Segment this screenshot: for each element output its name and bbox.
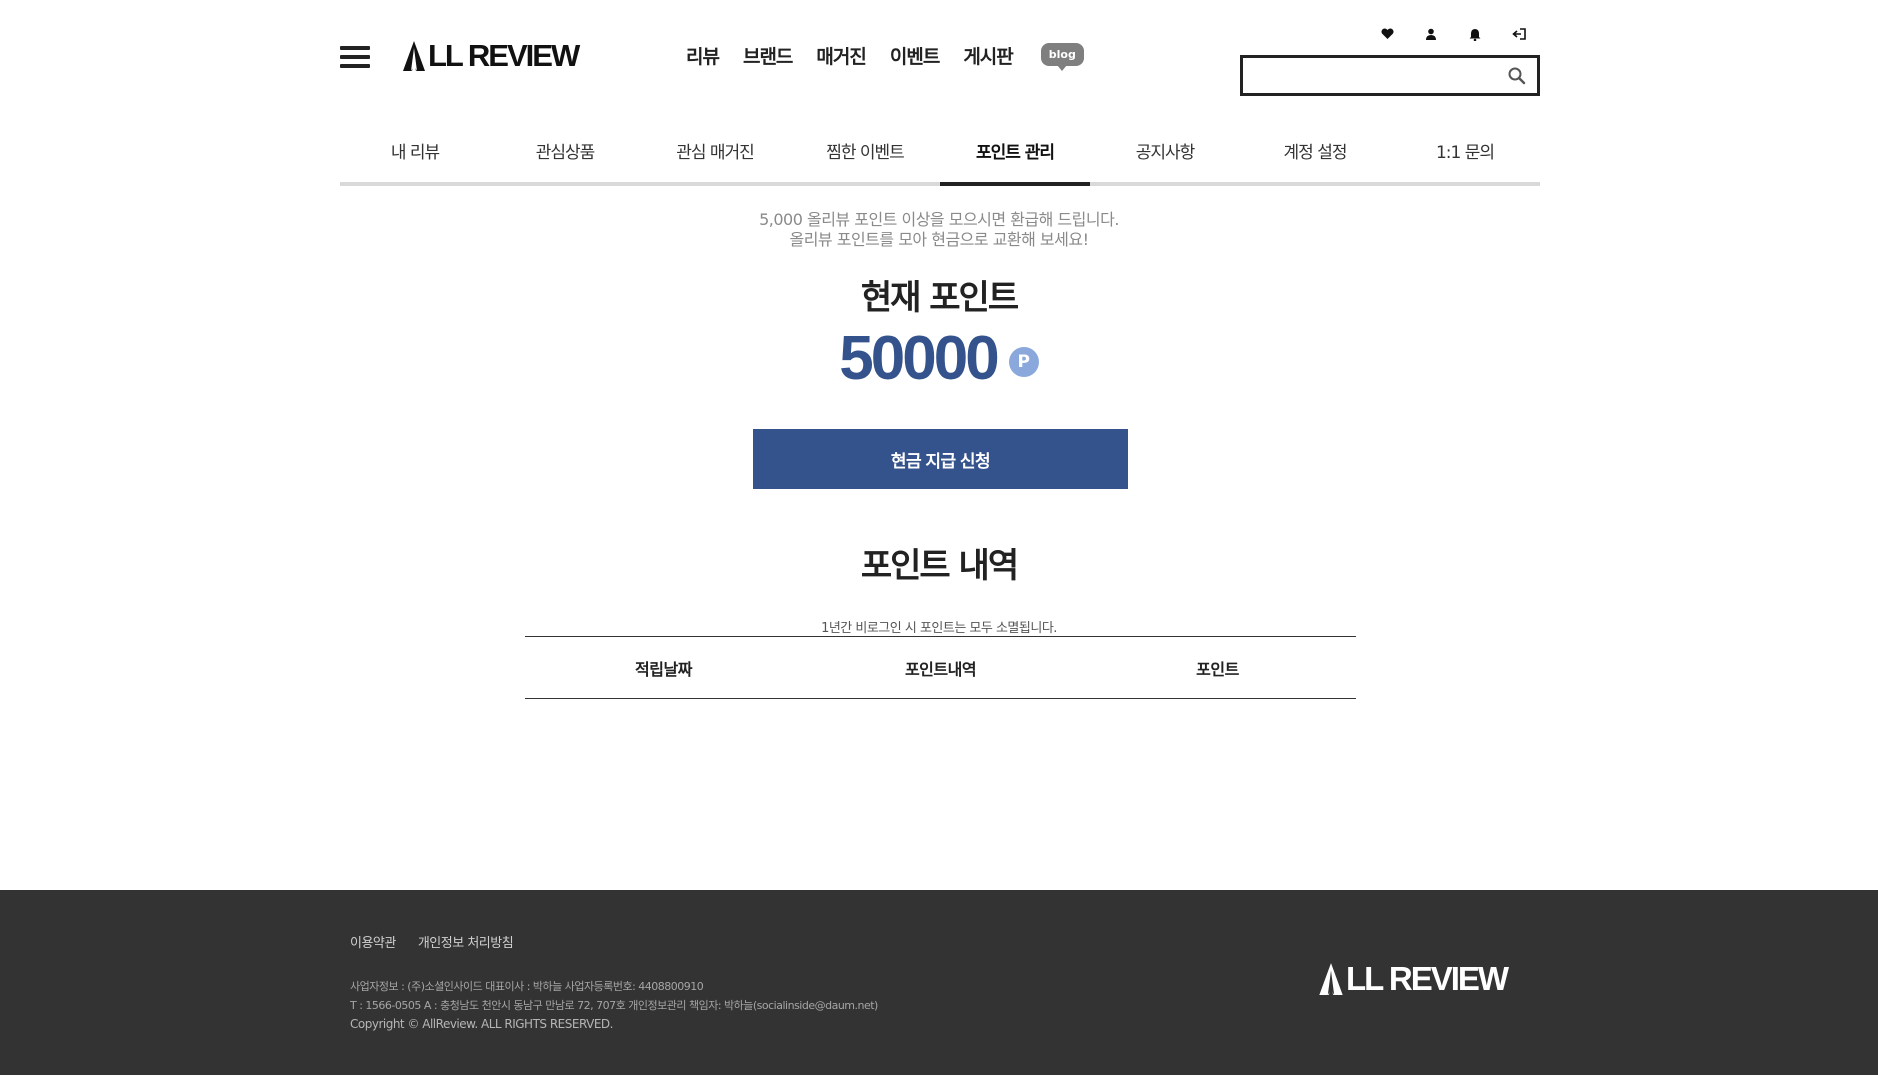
footer-links: 이용약관 개인정보 처리방침 [350, 932, 514, 951]
current-points-title: 현재 포인트 [860, 278, 1019, 318]
notice-line-1: 5,000 올리뷰 포인트 이상을 모으시면 환급해 드립니다. [759, 210, 1119, 229]
nav-magazine[interactable]: 매거진 [816, 42, 866, 69]
copyright: Copyright © AllReview. ALL RIGHTS RESERV… [350, 1017, 613, 1031]
points-value: 50000 [839, 324, 999, 393]
search-input[interactable] [1251, 62, 1491, 89]
search-icon[interactable] [1507, 66, 1527, 86]
nav-review[interactable]: 리뷰 [686, 42, 720, 69]
search-box [1240, 55, 1540, 96]
nav-board[interactable]: 게시판 [963, 42, 1013, 69]
footer-logo-text: LL REVIEW [1346, 960, 1509, 997]
tab-account-settings[interactable]: 계정 설정 [1240, 128, 1390, 182]
footer-logo: LL REVIEW [1318, 960, 1509, 998]
main-nav: 리뷰 브랜드 매거진 이벤트 게시판 blog [686, 42, 1084, 71]
tab-my-review[interactable]: 내 리뷰 [340, 128, 490, 182]
logo-text: LL REVIEW [428, 38, 580, 73]
nav-brand[interactable]: 브랜드 [743, 42, 793, 69]
tab-point-management[interactable]: 포인트 관리 [940, 128, 1090, 186]
tab-fav-magazine[interactable]: 관심 매거진 [640, 128, 790, 182]
expire-note: 1년간 비로그인 시 포인트는 모두 소멸됩니다. [821, 621, 1057, 636]
tab-saved-event[interactable]: 찜한 이벤트 [790, 128, 940, 182]
point-history-table: 적립날짜 포인트내역 포인트 [525, 636, 1356, 699]
cash-request-button[interactable]: 현금 지급 신청 [753, 429, 1128, 489]
privacy-link[interactable]: 개인정보 처리방침 [418, 932, 514, 951]
point-history-title: 포인트 내역 [860, 546, 1019, 586]
notice-line-2: 올리뷰 포인트를 모아 현금으로 교환해 보세요! [789, 230, 1089, 249]
tab-notice[interactable]: 공지사항 [1090, 128, 1240, 182]
tab-inquiry[interactable]: 1:1 문의 [1390, 128, 1540, 182]
mypage-tabs: 내 리뷰 관심상품 관심 매거진 찜한 이벤트 포인트 관리 공지사항 계정 설… [340, 128, 1540, 186]
logout-icon[interactable] [1512, 27, 1526, 41]
footer-logo-mark-icon [1319, 963, 1343, 995]
header: LL REVIEW 리뷰 브랜드 매거진 이벤트 게시판 blog [0, 0, 1878, 110]
terms-link[interactable]: 이용약관 [350, 932, 396, 951]
col-date: 적립날짜 [635, 659, 692, 679]
tab-wishlist[interactable]: 관심상품 [490, 128, 640, 182]
logo-mark-icon [403, 41, 425, 71]
point-badge-icon: P [1008, 346, 1039, 377]
utility-icons [1380, 27, 1526, 41]
nav-event[interactable]: 이벤트 [890, 42, 940, 69]
point-notice: 5,000 올리뷰 포인트 이상을 모으시면 환급해 드립니다. 올리뷰 포인트… [0, 210, 1878, 250]
table-header-row: 적립날짜 포인트내역 포인트 [525, 637, 1356, 699]
page: LL REVIEW 리뷰 브랜드 매거진 이벤트 게시판 blog 내 리뷰 관… [0, 0, 1878, 1077]
blog-link[interactable]: blog [1040, 43, 1084, 71]
col-points: 포인트 [1196, 659, 1239, 679]
col-detail: 포인트내역 [904, 659, 977, 679]
menu-icon[interactable] [340, 46, 370, 68]
footer: 이용약관 개인정보 처리방침 사업자정보 : (주)소셜인사이드 대표이사 : … [0, 890, 1878, 1075]
company-info-line-2: T : 1566-0505 A : 충청남도 천안시 동남구 만남로 72, 7… [350, 999, 878, 1012]
user-icon[interactable] [1424, 27, 1438, 41]
company-info-line-1: 사업자정보 : (주)소셜인사이드 대표이사 : 박하늘 사업자등록번호: 44… [350, 980, 704, 993]
current-points: 50000 P [0, 323, 1878, 394]
heart-icon[interactable] [1380, 27, 1394, 41]
bell-icon[interactable] [1468, 27, 1482, 41]
logo[interactable]: LL REVIEW [402, 36, 580, 76]
company-info: 사업자정보 : (주)소셜인사이드 대표이사 : 박하늘 사업자등록번호: 44… [350, 977, 878, 1034]
